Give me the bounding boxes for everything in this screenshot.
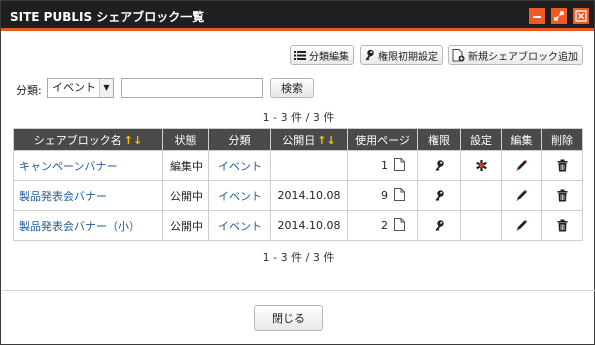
key-icon[interactable]: [434, 159, 445, 172]
permission-init-label: 権限初期設定: [378, 51, 438, 63]
sort-arrows-icon: ↑↓: [317, 133, 336, 147]
minimize-button[interactable]: [529, 8, 545, 24]
edit-cell: [501, 210, 542, 241]
trash-icon[interactable]: [557, 219, 568, 232]
usage-count: 2: [381, 219, 388, 232]
usage-count: 1: [381, 159, 388, 172]
table-header-row: シェアブロック名 ↑↓ 状態 分類 公開日 ↑↓ 使用ページ 権限 設定 編集 削除: [13, 128, 583, 151]
category-select[interactable]: イベント ▼: [47, 78, 114, 98]
category-edit-label: 分類編集: [309, 51, 349, 63]
page-icon[interactable]: [394, 157, 405, 174]
dropdown-arrow-icon: ▼: [99, 79, 113, 97]
column-header-edit: 編集: [501, 128, 542, 151]
settings-cell: [460, 210, 502, 241]
footer-divider: [2, 290, 595, 291]
category-link[interactable]: イベント: [208, 180, 271, 211]
category-select-value: イベント: [52, 81, 96, 94]
key-icon[interactable]: [434, 189, 445, 202]
key-icon: [364, 49, 375, 61]
delete-cell: [541, 150, 583, 181]
category-edit-button[interactable]: 分類編集: [290, 45, 354, 65]
category-filter-label: 分類:: [16, 84, 42, 97]
minimize-icon: [533, 16, 541, 18]
trash-icon[interactable]: [557, 159, 568, 172]
search-button[interactable]: 検索: [270, 78, 314, 98]
table-row: 製品発表会バナー 公開中 イベント 2014.10.08 9: [13, 180, 583, 211]
close-button[interactable]: 閉じる: [254, 305, 323, 331]
edit-cell: [501, 180, 542, 211]
table-row: 製品発表会バナー（小） 公開中 イベント 2014.10.08 2: [13, 210, 583, 241]
sort-arrows-icon: ↑↓: [123, 133, 143, 147]
usage-cell: 2: [347, 210, 418, 241]
expand-icon: [554, 11, 564, 21]
key-icon[interactable]: [434, 219, 445, 232]
column-header-usage: 使用ページ: [347, 128, 418, 151]
pencil-icon[interactable]: [515, 219, 528, 232]
maximize-button[interactable]: [551, 8, 567, 24]
shareblock-name-link[interactable]: 製品発表会バナー（小）: [13, 210, 163, 241]
status-cell: 公開中: [162, 210, 209, 241]
settings-cell: [460, 150, 502, 181]
published-date-cell: 2014.10.08: [270, 210, 348, 241]
status-cell: 編集中: [162, 150, 209, 181]
column-header-status: 状態: [162, 128, 209, 151]
edit-cell: [501, 150, 542, 181]
shareblock-list-window: SITE PUBLIS シェアブロック一覧 分類編集 権限初期設定 新規シェアブ…: [0, 0, 595, 345]
published-date-cell: 2014.10.08: [270, 180, 348, 211]
usage-cell: 9: [347, 180, 418, 211]
delete-cell: [541, 210, 583, 241]
category-link[interactable]: イベント: [208, 210, 271, 241]
usage-cell: 1: [347, 150, 418, 181]
category-link[interactable]: イベント: [208, 150, 271, 181]
column-header-category: 分類: [208, 128, 271, 151]
column-header-name[interactable]: シェアブロック名 ↑↓: [13, 128, 163, 151]
shareblock-table: シェアブロック名 ↑↓ 状態 分類 公開日 ↑↓ 使用ページ 権限 設定 編集 削除…: [13, 128, 583, 241]
column-header-permission: 権限: [417, 128, 461, 151]
new-shareblock-button[interactable]: 新規シェアブロック追加: [448, 45, 583, 65]
window-title: SITE PUBLIS シェアブロック一覧: [10, 10, 205, 24]
pager-top: 1 - 3 件 / 3 件: [262, 111, 335, 124]
settings-icon[interactable]: [475, 159, 488, 172]
table-row: キャンペーンバナー 編集中 イベント 1: [13, 150, 583, 181]
search-input[interactable]: [121, 78, 263, 98]
close-icon: [575, 10, 587, 22]
page-icon[interactable]: [394, 217, 405, 234]
permission-init-button[interactable]: 権限初期設定: [360, 45, 443, 65]
column-header-published[interactable]: 公開日 ↑↓: [270, 128, 348, 151]
pager-bottom: 1 - 3 件 / 3 件: [262, 251, 335, 264]
pencil-icon[interactable]: [515, 189, 528, 202]
title-bar: SITE PUBLIS シェアブロック一覧: [1, 1, 594, 31]
settings-cell: [460, 180, 502, 211]
shareblock-name-link[interactable]: キャンペーンバナー: [13, 150, 163, 181]
permission-cell: [417, 150, 461, 181]
delete-cell: [541, 180, 583, 211]
new-shareblock-label: 新規シェアブロック追加: [468, 51, 578, 63]
close-window-button[interactable]: [573, 8, 589, 24]
column-header-settings: 設定: [460, 128, 502, 151]
permission-cell: [417, 210, 461, 241]
new-document-icon: [452, 48, 465, 62]
pencil-icon[interactable]: [515, 159, 528, 172]
status-cell: 公開中: [162, 180, 209, 211]
trash-icon[interactable]: [557, 189, 568, 202]
shareblock-name-link[interactable]: 製品発表会バナー: [13, 180, 163, 211]
permission-cell: [417, 180, 461, 211]
list-icon: [294, 50, 306, 61]
column-header-delete: 削除: [541, 128, 583, 151]
page-icon[interactable]: [394, 187, 405, 204]
usage-count: 9: [381, 189, 388, 202]
published-date-cell: [270, 150, 348, 181]
